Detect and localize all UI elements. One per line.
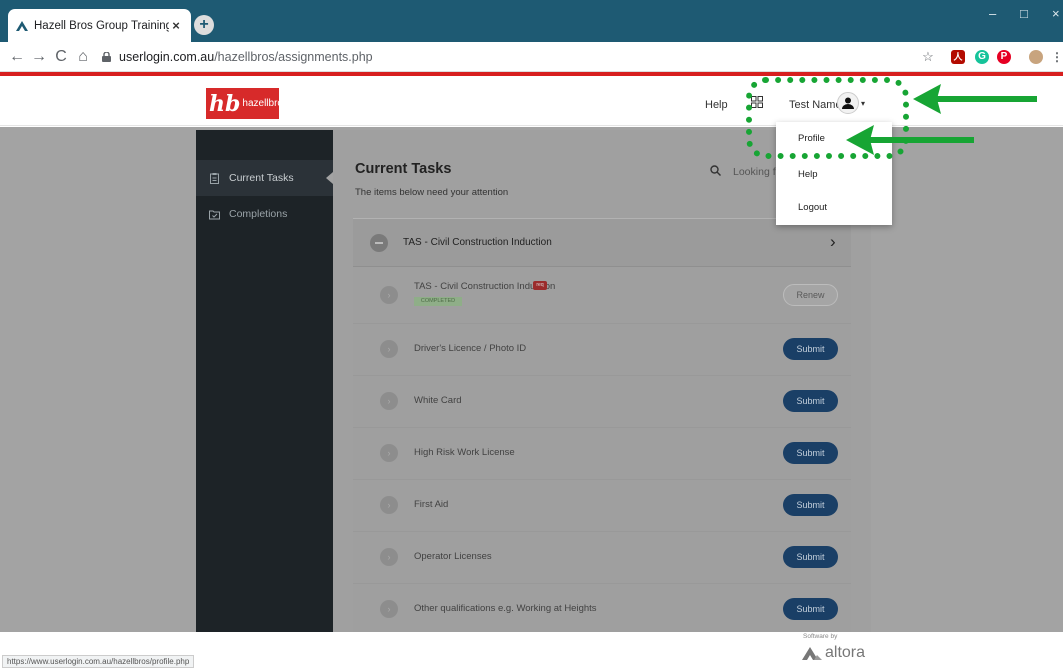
section-title: TAS - Civil Construction Induction	[403, 237, 552, 248]
altora-logo-icon	[802, 646, 822, 660]
url-field[interactable]: userlogin.com.au/hazellbros/assignments.…	[102, 50, 373, 64]
search-input[interactable]: Looking fo	[733, 166, 781, 178]
sidebar-item-label: Current Tasks	[229, 172, 294, 184]
task-status-icon: ›	[380, 444, 398, 462]
home-icon[interactable]: ⌂	[72, 48, 94, 66]
task-status-icon: ›	[380, 600, 398, 618]
submit-button[interactable]: Submit	[783, 598, 838, 620]
task-status-icon: ›	[380, 286, 398, 304]
task-label: High Risk Work License	[414, 447, 515, 458]
star-icon[interactable]: ☆	[921, 50, 935, 64]
sidebar-item-label: Completions	[229, 208, 288, 220]
search-icon[interactable]	[710, 165, 721, 176]
pinterest-icon[interactable]: P	[997, 50, 1011, 64]
hazellbros-logo[interactable]: hb hazellbros	[206, 88, 288, 119]
task-status-icon: ›	[380, 392, 398, 410]
browser-tab-strip: Hazell Bros Group Training Platfo × + – …	[0, 0, 1063, 42]
forward-icon[interactable]: →	[28, 48, 50, 66]
pdf-extension-icon[interactable]: 人	[951, 50, 965, 64]
task-row: › Other qualifications e.g. Working at H…	[353, 584, 851, 636]
close-tab-icon[interactable]: ×	[169, 18, 183, 33]
new-tab-button[interactable]: +	[194, 15, 214, 35]
annotation-arrow-icon	[846, 125, 974, 155]
tab-title: Hazell Bros Group Training Platfo	[34, 19, 169, 32]
submit-button[interactable]: Submit	[783, 494, 838, 516]
close-window-button[interactable]: ×	[1052, 6, 1060, 21]
task-row: › High Risk Work License Submit	[353, 428, 851, 480]
chevron-right-icon[interactable]: ›	[830, 232, 836, 252]
task-row: › White Card Submit	[353, 376, 851, 428]
task-label: White Card	[414, 395, 462, 406]
task-row: › Operator Licenses Submit	[353, 532, 851, 584]
page-title: Current Tasks	[355, 161, 452, 177]
menu-item-help[interactable]: Help	[798, 169, 818, 180]
page: hb hazellbros Help Test Name ▾ Current T…	[0, 72, 1063, 668]
browser-tab[interactable]: Hazell Bros Group Training Platfo ×	[8, 9, 191, 42]
task-list: › TAS - Civil Construction Induction req…	[353, 267, 851, 632]
page-subtitle: The items below need your attention	[355, 187, 509, 198]
minimize-window-button[interactable]: –	[989, 6, 996, 21]
sidebar-item-current-tasks[interactable]: Current Tasks	[196, 160, 333, 196]
active-indicator	[326, 172, 333, 184]
altora-favicon-icon	[16, 20, 28, 32]
task-label: Operator Licenses	[414, 551, 492, 562]
completed-badge: COMPLETED	[414, 297, 462, 306]
lock-icon	[102, 51, 111, 62]
submit-button[interactable]: Submit	[783, 442, 838, 464]
folder-check-icon	[209, 210, 220, 219]
url-path: /hazellbros/assignments.php	[214, 49, 373, 64]
header-help-link[interactable]: Help	[705, 99, 728, 111]
task-label: Driver's Licence / Photo ID	[414, 343, 527, 354]
renew-button[interactable]: Renew	[783, 284, 838, 306]
profile-avatar-icon[interactable]	[1029, 50, 1043, 64]
maximize-window-button[interactable]: □	[1020, 6, 1028, 21]
task-row: › Driver's Licence / Photo ID Submit	[353, 324, 851, 376]
task-row: › First Aid Submit	[353, 480, 851, 532]
grammarly-icon[interactable]: G	[975, 50, 989, 64]
page-footer: Software by altora https://www.userlogin…	[0, 632, 1063, 668]
task-status-icon: ›	[380, 548, 398, 566]
reload-icon[interactable]: C	[50, 48, 72, 66]
task-status-icon: ›	[380, 340, 398, 358]
annotation-arrow-icon	[913, 84, 1037, 114]
menu-item-logout[interactable]: Logout	[798, 202, 827, 213]
submit-button[interactable]: Submit	[783, 390, 838, 412]
assignment-section-header[interactable]: TAS - Civil Construction Induction ›	[353, 218, 851, 267]
collapse-icon[interactable]	[370, 234, 388, 252]
status-bar-url: https://www.userlogin.com.au/hazellbros/…	[2, 655, 195, 668]
sidebar-item-completions[interactable]: Completions	[196, 196, 333, 232]
sidebar: Current Tasks Completions	[196, 130, 333, 632]
logo-word: hazellbros	[242, 98, 288, 109]
submit-button[interactable]: Submit	[783, 546, 838, 568]
required-badge: req	[533, 281, 547, 290]
task-label: Other qualifications e.g. Working at Hei…	[414, 603, 597, 614]
software-by-label: Software by	[803, 633, 838, 640]
submit-button[interactable]: Submit	[783, 338, 838, 360]
clipboard-icon	[210, 172, 219, 184]
browser-menu-icon[interactable]: ⋮	[1050, 50, 1063, 64]
back-icon[interactable]: ←	[6, 48, 28, 66]
task-status-icon: ›	[380, 496, 398, 514]
altora-logo[interactable]: altora	[802, 644, 865, 662]
altora-wordmark: altora	[825, 644, 866, 661]
address-bar: ← → C ⌂ userlogin.com.au/hazellbros/assi…	[0, 42, 1063, 72]
task-label: First Aid	[414, 499, 449, 510]
logo-mark: hb	[209, 90, 241, 117]
url-host: userlogin.com.au	[119, 49, 215, 64]
task-row: › TAS - Civil Construction Induction req…	[353, 267, 851, 324]
